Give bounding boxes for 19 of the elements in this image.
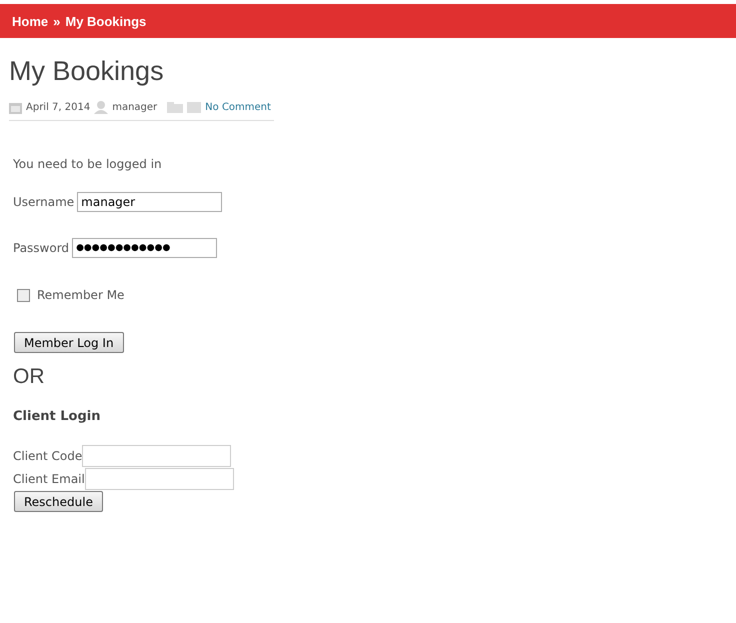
or-divider-text: OR <box>13 365 46 389</box>
comments-link[interactable]: No Comment <box>205 102 271 113</box>
checkbox-label: Remember Me <box>37 288 124 302</box>
breadcrumb-current: My Bookings <box>65 14 146 28</box>
post-author: manager <box>112 102 158 113</box>
field-label: Client Email <box>13 472 85 486</box>
page-title: My Bookings <box>9 56 165 87</box>
section-heading: Client Login <box>13 409 102 424</box>
field-label: Username <box>13 195 74 209</box>
field-label: Password <box>13 241 70 255</box>
username-field[interactable]: manager <box>77 192 222 212</box>
password-field[interactable]: ●●●●●●●●●●●● <box>72 238 218 258</box>
member-login-button[interactable]: Member Log In <box>14 332 124 353</box>
field-label: Client Code <box>13 448 82 462</box>
reschedule-button[interactable]: Reschedule <box>14 491 103 512</box>
login-notice: You need to be logged in <box>13 157 163 171</box>
breadcrumb-separator: » <box>53 14 60 28</box>
post-date: April 7, 2014 <box>26 102 90 113</box>
home-link[interactable]: Home <box>12 14 48 28</box>
